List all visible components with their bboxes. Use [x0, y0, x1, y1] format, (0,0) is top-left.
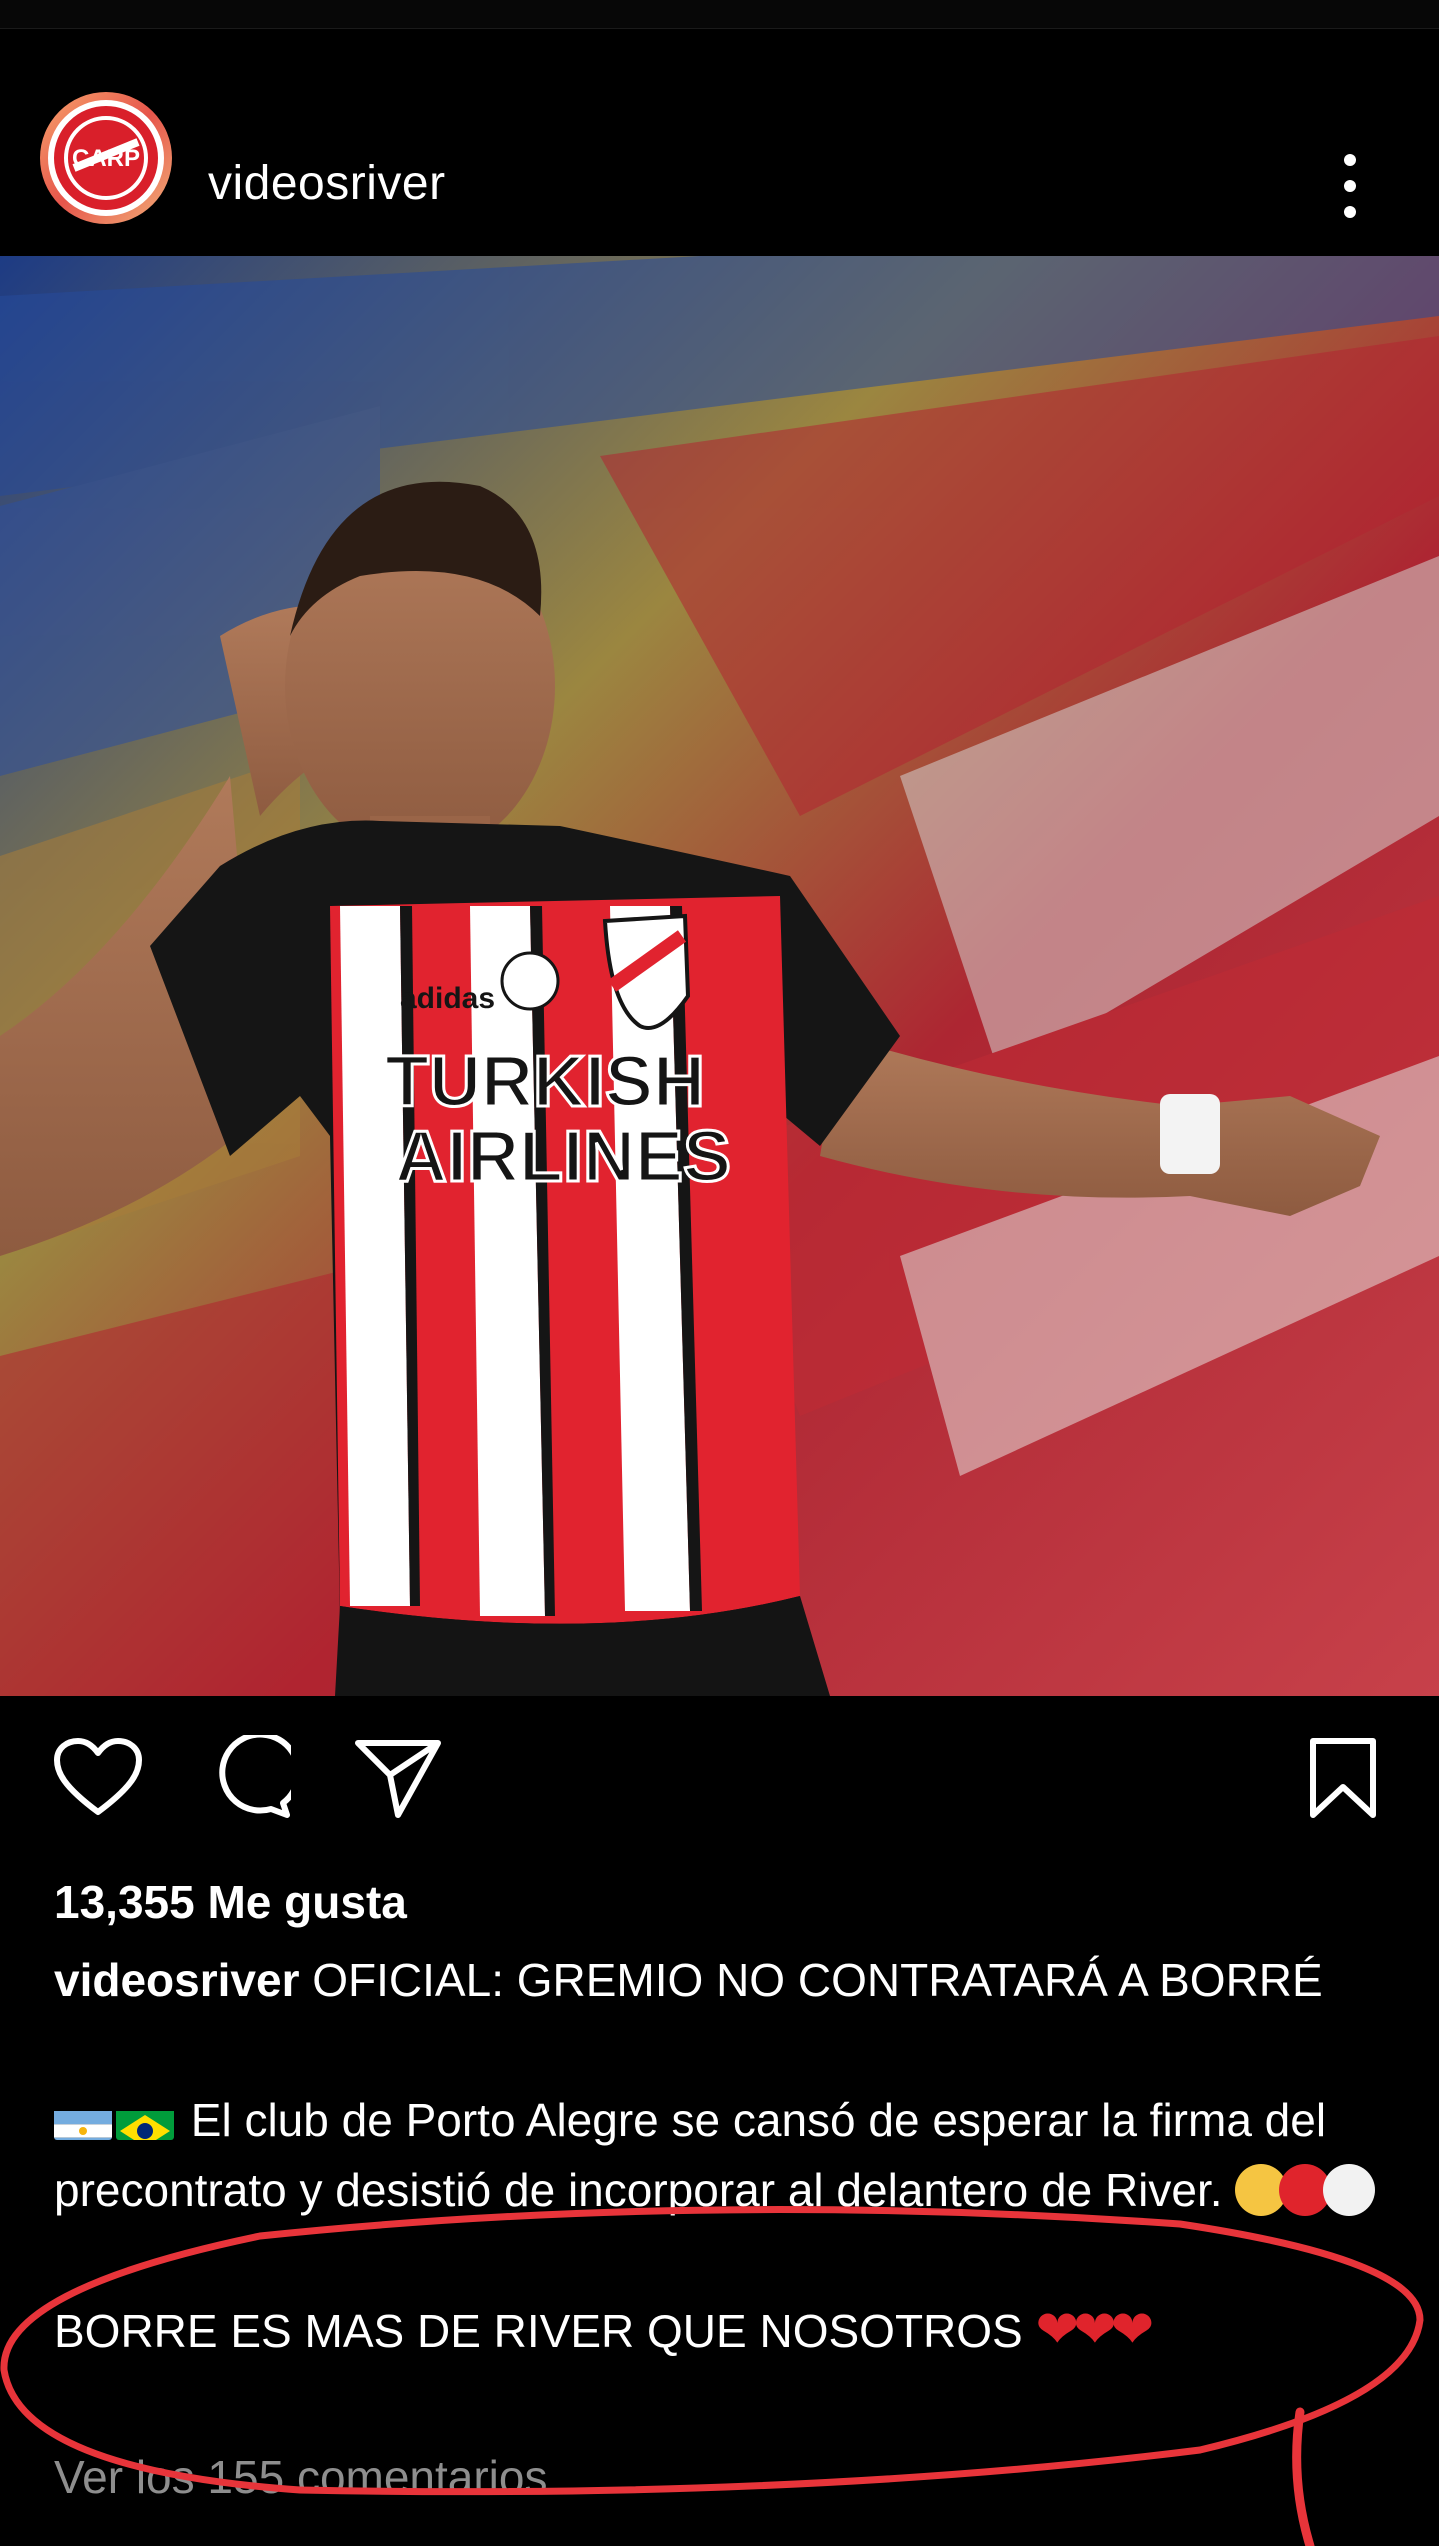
post-header: CARP videosriver [0, 28, 1439, 256]
hearts-icon: ❤❤❤ [1035, 2301, 1155, 2359]
brazil-flag-icon [116, 2100, 174, 2140]
argentina-flag-icon [54, 2100, 112, 2140]
caption-username[interactable]: videosriver [54, 1954, 299, 2006]
send-icon[interactable] [350, 1730, 446, 1826]
caption-body-line: El club de Porto Alegre se cansó de espe… [54, 2085, 1394, 2225]
caption-spacer-2 [54, 2225, 1394, 2295]
caption-shout-line: BORRE ES MAS DE RIVER QUE NOSOTROS ❤❤❤ [54, 2295, 1394, 2366]
white-circle-icon [1323, 2164, 1376, 2216]
view-comments-link[interactable]: Ver los 155 comentarios [54, 2450, 548, 2504]
post-username[interactable]: videosriver [208, 156, 446, 211]
post-image[interactable]: adidas TURKISH AIRLINES [0, 256, 1439, 1696]
jersey-sponsor-line1: TURKISH [385, 1042, 705, 1122]
instagram-post-screen: CARP videosriver adidas TURKISH AIRLINES… [0, 0, 1439, 2546]
jersey-sponsor-line2: AIRLINES [395, 1117, 731, 1197]
post-actions [0, 1730, 1439, 1840]
caption-headline-line: videosriver OFICIAL: GREMIO NO CONTRATAR… [54, 1945, 1394, 2015]
post-caption: videosriver OFICIAL: GREMIO NO CONTRATAR… [54, 1945, 1394, 2366]
caption-body: El club de Porto Alegre se cansó de espe… [54, 2094, 1327, 2216]
crest-logo-icon: CARP [64, 116, 148, 200]
status-bar [0, 0, 1439, 29]
jersey-brand-text: adidas [400, 982, 495, 1015]
comment-icon[interactable] [200, 1730, 296, 1826]
post-photo: adidas TURKISH AIRLINES [0, 256, 1439, 1696]
heart-icon[interactable] [50, 1730, 146, 1826]
avatar-crest-text: CARP [72, 145, 140, 172]
club-crest-icon: CARP [48, 100, 164, 216]
bookmark-icon[interactable] [1295, 1730, 1391, 1826]
avatar[interactable]: CARP [40, 92, 172, 224]
caption-shout: BORRE ES MAS DE RIVER QUE NOSOTROS [54, 2305, 1023, 2357]
more-vertical-icon[interactable] [1330, 154, 1370, 218]
caption-spacer [54, 2015, 1394, 2085]
caption-headline: OFICIAL: GREMIO NO CONTRATARÁ A BORRÉ [312, 1954, 1323, 2006]
likes-count[interactable]: 13,355 Me gusta [54, 1875, 407, 1929]
